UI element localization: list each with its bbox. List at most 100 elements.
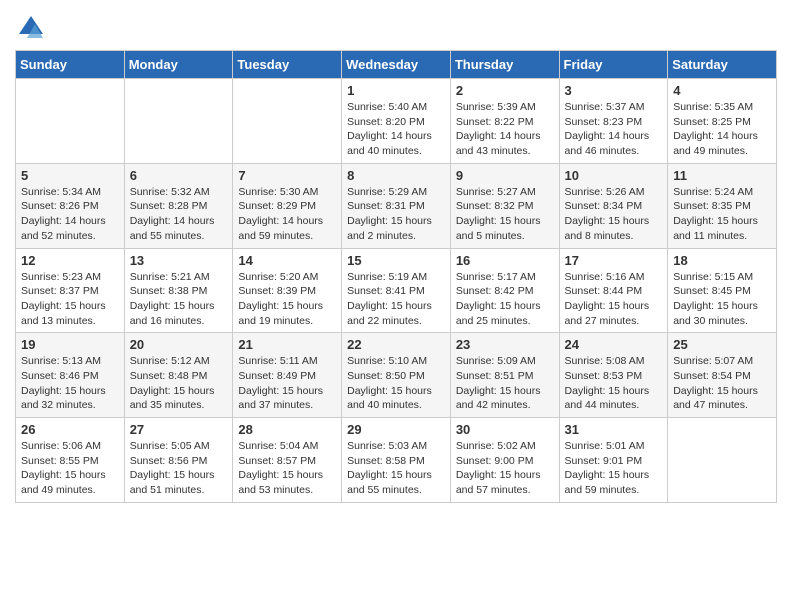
day-info: Sunrise: 5:19 AM Sunset: 8:41 PM Dayligh…	[347, 270, 445, 329]
calendar-cell-7: 7 Sunrise: 5:30 AM Sunset: 8:29 PM Daylig…	[233, 163, 342, 248]
calendar-cell-6: 6 Sunrise: 5:32 AM Sunset: 8:28 PM Daylig…	[124, 163, 233, 248]
calendar-cell-30: 30 Sunrise: 5:02 AM Sunset: 9:00 PM Dayli…	[450, 418, 559, 503]
calendar-header-monday: Monday	[124, 51, 233, 79]
day-number: 31	[565, 422, 663, 437]
day-number: 18	[673, 253, 771, 268]
logo	[15, 14, 45, 42]
calendar-cell-10: 10 Sunrise: 5:26 AM Sunset: 8:34 PM Dayli…	[559, 163, 668, 248]
calendar-week-row-2: 12 Sunrise: 5:23 AM Sunset: 8:37 PM Dayli…	[16, 248, 777, 333]
calendar-header-row: SundayMondayTuesdayWednesdayThursdayFrid…	[16, 51, 777, 79]
day-info: Sunrise: 5:12 AM Sunset: 8:48 PM Dayligh…	[130, 354, 228, 413]
calendar-cell-29: 29Sunrise: 5:03 AM Sunset: 8:58 PM Dayli…	[342, 418, 451, 503]
day-number: 8	[347, 168, 445, 183]
calendar-week-row-1: 5Sunrise: 5:34 AM Sunset: 8:26 PM Daylig…	[16, 163, 777, 248]
day-info: Sunrise: 5:35 AM Sunset: 8:25 PM Dayligh…	[673, 100, 771, 159]
day-info: Sunrise: 5:26 AM Sunset: 8:34 PM Dayligh…	[565, 185, 663, 244]
calendar-cell-3: 3 Sunrise: 5:37 AM Sunset: 8:23 PM Daylig…	[559, 79, 668, 164]
day-number: 10	[565, 168, 663, 183]
day-info: Sunrise: 5:07 AM Sunset: 8:54 PM Dayligh…	[673, 354, 771, 413]
day-number: 16	[456, 253, 554, 268]
day-number: 29	[347, 422, 445, 437]
calendar-cell-12: 12 Sunrise: 5:23 AM Sunset: 8:37 PM Dayli…	[16, 248, 125, 333]
calendar-cell-21: 21 Sunrise: 5:11 AM Sunset: 8:49 PM Dayli…	[233, 333, 342, 418]
calendar-cell-8: 8 Sunrise: 5:29 AM Sunset: 8:31 PM Daylig…	[342, 163, 451, 248]
calendar-cell-empty	[16, 79, 125, 164]
day-number: 15	[347, 253, 445, 268]
day-info: Sunrise: 5:29 AM Sunset: 8:31 PM Dayligh…	[347, 185, 445, 244]
calendar-week-row-3: 19 Sunrise: 5:13 AM Sunset: 8:46 PM Dayli…	[16, 333, 777, 418]
day-info: Sunrise: 5:16 AM Sunset: 8:44 PM Dayligh…	[565, 270, 663, 329]
day-info: Sunrise: 5:09 AM Sunset: 8:51 PM Dayligh…	[456, 354, 554, 413]
day-number: 22	[347, 337, 445, 352]
day-info: Sunrise: 5:34 AM Sunset: 8:26 PM Dayligh…	[21, 185, 119, 244]
day-info: Sunrise: 5:11 AM Sunset: 8:49 PM Dayligh…	[238, 354, 336, 413]
calendar-cell-5: 5Sunrise: 5:34 AM Sunset: 8:26 PM Daylig…	[16, 163, 125, 248]
day-number: 19	[21, 337, 119, 352]
day-number: 23	[456, 337, 554, 352]
calendar-header-sunday: Sunday	[16, 51, 125, 79]
day-info: Sunrise: 5:08 AM Sunset: 8:53 PM Dayligh…	[565, 354, 663, 413]
day-number: 25	[673, 337, 771, 352]
calendar-cell-20: 20 Sunrise: 5:12 AM Sunset: 8:48 PM Dayli…	[124, 333, 233, 418]
day-info: Sunrise: 5:40 AM Sunset: 8:20 PM Dayligh…	[347, 100, 445, 159]
day-number: 21	[238, 337, 336, 352]
calendar-cell-empty	[124, 79, 233, 164]
day-number: 17	[565, 253, 663, 268]
day-number: 9	[456, 168, 554, 183]
day-number: 1	[347, 83, 445, 98]
day-info: Sunrise: 5:05 AM Sunset: 8:56 PM Dayligh…	[130, 439, 228, 498]
calendar-cell-17: 17 Sunrise: 5:16 AM Sunset: 8:44 PM Dayli…	[559, 248, 668, 333]
day-info: Sunrise: 5:30 AM Sunset: 8:29 PM Dayligh…	[238, 185, 336, 244]
calendar-header-friday: Friday	[559, 51, 668, 79]
calendar-cell-empty	[233, 79, 342, 164]
calendar-cell-26: 26Sunrise: 5:06 AM Sunset: 8:55 PM Dayli…	[16, 418, 125, 503]
calendar-cell-empty	[668, 418, 777, 503]
calendar-cell-2: 2 Sunrise: 5:39 AM Sunset: 8:22 PM Daylig…	[450, 79, 559, 164]
page-header	[15, 10, 777, 42]
logo-icon	[17, 14, 45, 42]
day-info: Sunrise: 5:37 AM Sunset: 8:23 PM Dayligh…	[565, 100, 663, 159]
calendar-week-row-4: 26Sunrise: 5:06 AM Sunset: 8:55 PM Dayli…	[16, 418, 777, 503]
day-number: 3	[565, 83, 663, 98]
day-info: Sunrise: 5:27 AM Sunset: 8:32 PM Dayligh…	[456, 185, 554, 244]
day-info: Sunrise: 5:39 AM Sunset: 8:22 PM Dayligh…	[456, 100, 554, 159]
day-number: 11	[673, 168, 771, 183]
calendar-header-thursday: Thursday	[450, 51, 559, 79]
calendar-cell-23: 23 Sunrise: 5:09 AM Sunset: 8:51 PM Dayli…	[450, 333, 559, 418]
calendar-cell-16: 16 Sunrise: 5:17 AM Sunset: 8:42 PM Dayli…	[450, 248, 559, 333]
calendar-cell-25: 25 Sunrise: 5:07 AM Sunset: 8:54 PM Dayli…	[668, 333, 777, 418]
calendar-cell-27: 27 Sunrise: 5:05 AM Sunset: 8:56 PM Dayli…	[124, 418, 233, 503]
calendar-cell-22: 22 Sunrise: 5:10 AM Sunset: 8:50 PM Dayli…	[342, 333, 451, 418]
day-number: 30	[456, 422, 554, 437]
day-number: 12	[21, 253, 119, 268]
day-number: 6	[130, 168, 228, 183]
calendar-header-saturday: Saturday	[668, 51, 777, 79]
day-number: 7	[238, 168, 336, 183]
calendar-header-tuesday: Tuesday	[233, 51, 342, 79]
day-number: 4	[673, 83, 771, 98]
calendar-table: SundayMondayTuesdayWednesdayThursdayFrid…	[15, 50, 777, 503]
day-info: Sunrise: 5:02 AM Sunset: 9:00 PM Dayligh…	[456, 439, 554, 498]
calendar-week-row-0: 1 Sunrise: 5:40 AM Sunset: 8:20 PM Daylig…	[16, 79, 777, 164]
calendar-cell-1: 1 Sunrise: 5:40 AM Sunset: 8:20 PM Daylig…	[342, 79, 451, 164]
day-number: 2	[456, 83, 554, 98]
day-number: 13	[130, 253, 228, 268]
calendar-cell-19: 19 Sunrise: 5:13 AM Sunset: 8:46 PM Dayli…	[16, 333, 125, 418]
day-info: Sunrise: 5:01 AM Sunset: 9:01 PM Dayligh…	[565, 439, 663, 498]
day-number: 28	[238, 422, 336, 437]
calendar-cell-31: 31 Sunrise: 5:01 AM Sunset: 9:01 PM Dayli…	[559, 418, 668, 503]
calendar-cell-24: 24 Sunrise: 5:08 AM Sunset: 8:53 PM Dayli…	[559, 333, 668, 418]
day-info: Sunrise: 5:10 AM Sunset: 8:50 PM Dayligh…	[347, 354, 445, 413]
day-number: 27	[130, 422, 228, 437]
day-info: Sunrise: 5:15 AM Sunset: 8:45 PM Dayligh…	[673, 270, 771, 329]
day-info: Sunrise: 5:17 AM Sunset: 8:42 PM Dayligh…	[456, 270, 554, 329]
calendar-header-wednesday: Wednesday	[342, 51, 451, 79]
day-number: 14	[238, 253, 336, 268]
day-number: 24	[565, 337, 663, 352]
day-info: Sunrise: 5:20 AM Sunset: 8:39 PM Dayligh…	[238, 270, 336, 329]
day-info: Sunrise: 5:13 AM Sunset: 8:46 PM Dayligh…	[21, 354, 119, 413]
day-info: Sunrise: 5:24 AM Sunset: 8:35 PM Dayligh…	[673, 185, 771, 244]
day-number: 20	[130, 337, 228, 352]
day-info: Sunrise: 5:32 AM Sunset: 8:28 PM Dayligh…	[130, 185, 228, 244]
day-info: Sunrise: 5:23 AM Sunset: 8:37 PM Dayligh…	[21, 270, 119, 329]
